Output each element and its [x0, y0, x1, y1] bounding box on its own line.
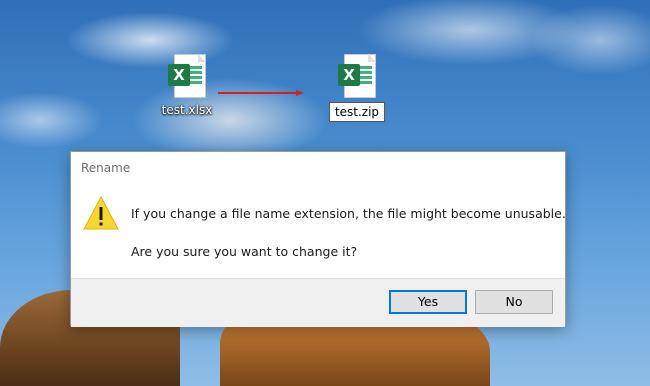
confirmation-question: Are you sure you want to change it? [131, 244, 358, 259]
excel-file-icon: X [338, 54, 376, 98]
desktop-file-test-zip[interactable]: X test.zip [317, 54, 397, 122]
file-name-edit-field[interactable]: test.zip [328, 102, 386, 122]
desktop-file-test-xlsx[interactable]: X test.xlsx [147, 54, 227, 118]
dialog-button-bar: Yes No [71, 278, 565, 327]
file-name-label: test.xlsx [161, 103, 213, 117]
desktop: X test.xlsx X test.zip Rename If you cha… [0, 0, 650, 386]
rename-dialog: Rename If you change a file name extensi… [70, 151, 566, 327]
no-button[interactable]: No [475, 290, 553, 314]
red-arrow-icon [218, 90, 304, 96]
warning-message: If you change a file name extension, the… [131, 206, 566, 221]
excel-file-icon: X [168, 54, 206, 98]
warning-icon [83, 196, 119, 230]
yes-button[interactable]: Yes [389, 290, 467, 314]
dialog-title: Rename [81, 161, 131, 175]
